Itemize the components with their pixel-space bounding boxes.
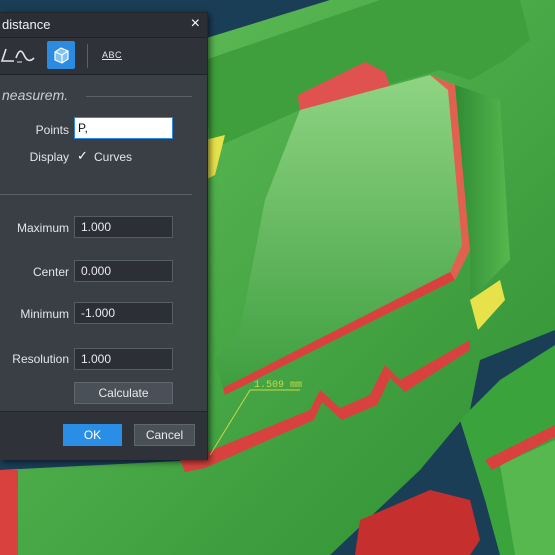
points-input[interactable]	[74, 117, 173, 139]
cancel-button[interactable]: Cancel	[134, 424, 195, 446]
curves-label: Curves	[94, 150, 133, 164]
center-input[interactable]	[74, 260, 173, 282]
ok-button[interactable]: OK	[63, 424, 122, 446]
maximum-input[interactable]	[74, 216, 173, 238]
section-rule	[86, 96, 192, 97]
dialog-titlebar: distance ×	[0, 13, 207, 38]
dialog-toolbar: ABC	[0, 38, 207, 75]
cube-icon	[54, 47, 69, 64]
close-icon[interactable]: ×	[191, 15, 200, 33]
curve-icon	[15, 50, 35, 63]
display-checkbox[interactable]: ✓	[77, 148, 88, 164]
points-label: Points	[35, 123, 69, 137]
dialog-footer: OK Cancel	[0, 411, 207, 460]
minimum-label: Minimum	[20, 307, 69, 321]
solid-cube-tool-button[interactable]	[47, 41, 75, 69]
resolution-label: Resolution	[12, 352, 69, 366]
annotation-label: 1.509 mm	[254, 380, 302, 391]
minimum-input[interactable]	[74, 302, 173, 324]
toolbar-separator	[87, 44, 88, 68]
maximum-label: Maximum	[16, 221, 69, 235]
center-label: Center	[32, 265, 69, 279]
dialog-title: distance	[2, 17, 51, 32]
label-abc-tool-button[interactable]: ABC	[97, 41, 127, 69]
distance-dialog: distance × ABC neasurem. Points Display …	[0, 12, 208, 460]
resolution-input[interactable]	[74, 348, 173, 370]
display-label: Display	[29, 150, 69, 164]
left-red-strip	[0, 470, 18, 555]
calculate-button[interactable]: Calculate	[74, 382, 173, 404]
section-title: neasurem.	[2, 87, 69, 103]
divider	[0, 194, 192, 195]
abc-label-icon: ABC	[101, 50, 122, 60]
curve-tool-button[interactable]	[12, 41, 40, 69]
